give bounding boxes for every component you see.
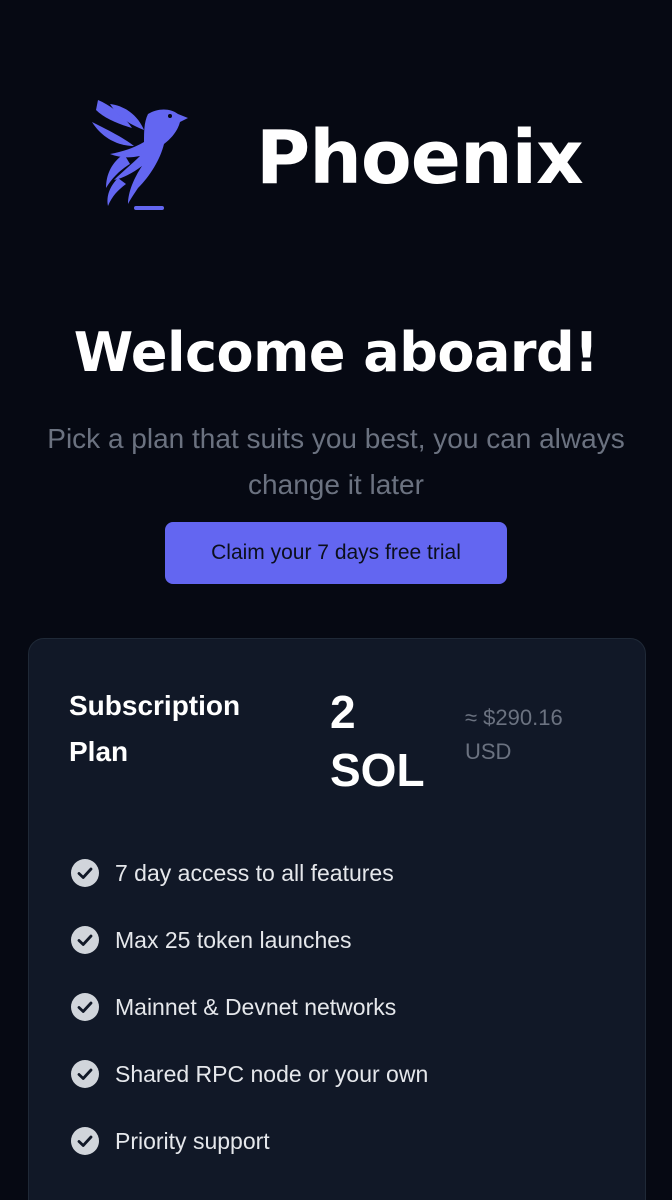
check-circle-icon <box>71 925 99 954</box>
price-amount: 2 <box>330 686 356 738</box>
feature-label: Mainnet & Devnet networks <box>115 993 397 1020</box>
plan-name: Subscription Plan <box>69 690 241 767</box>
list-item: Max 25 token launches <box>69 906 609 973</box>
page-title: Welcome aboard! <box>73 321 599 384</box>
list-item: 7 day access to all features <box>69 839 609 906</box>
check-circle-icon <box>71 858 99 887</box>
claim-free-trial-button[interactable]: Claim your 7 days free trial <box>165 522 507 584</box>
feature-label: Shared RPC node or your own <box>115 1060 429 1087</box>
page-subtitle: Pick a plan that suits you best, you can… <box>47 423 625 500</box>
check-circle-icon <box>71 992 99 1021</box>
brand-name: Phoenix <box>256 115 584 201</box>
list-item: Priority support <box>69 1107 609 1174</box>
check-circle-icon <box>71 1059 99 1088</box>
plan-price: 2 SOL <box>330 683 450 799</box>
onboarding-page: Phoenix Welcome aboard! Pick a plan that… <box>0 0 672 1200</box>
check-circle-icon <box>71 1126 99 1155</box>
feature-label: Priority support <box>115 1127 270 1154</box>
feature-label: 7 day access to all features <box>115 859 394 886</box>
phoenix-bird-icon <box>92 100 188 210</box>
usd-equivalent: ≈ $290.16 USD <box>465 705 563 764</box>
list-item: Shared RPC node or your own <box>69 1040 609 1107</box>
brand-header: Phoenix <box>0 90 672 220</box>
feature-label: Max 25 token launches <box>115 926 352 953</box>
feature-list: 7 day access to all features Max 25 toke… <box>69 839 609 1174</box>
price-unit: SOL <box>330 744 425 796</box>
plan-card: Subscription Plan 2 SOL ≈ $290.16 USD 7 … <box>28 638 646 1200</box>
list-item: Mainnet & Devnet networks <box>69 973 609 1040</box>
